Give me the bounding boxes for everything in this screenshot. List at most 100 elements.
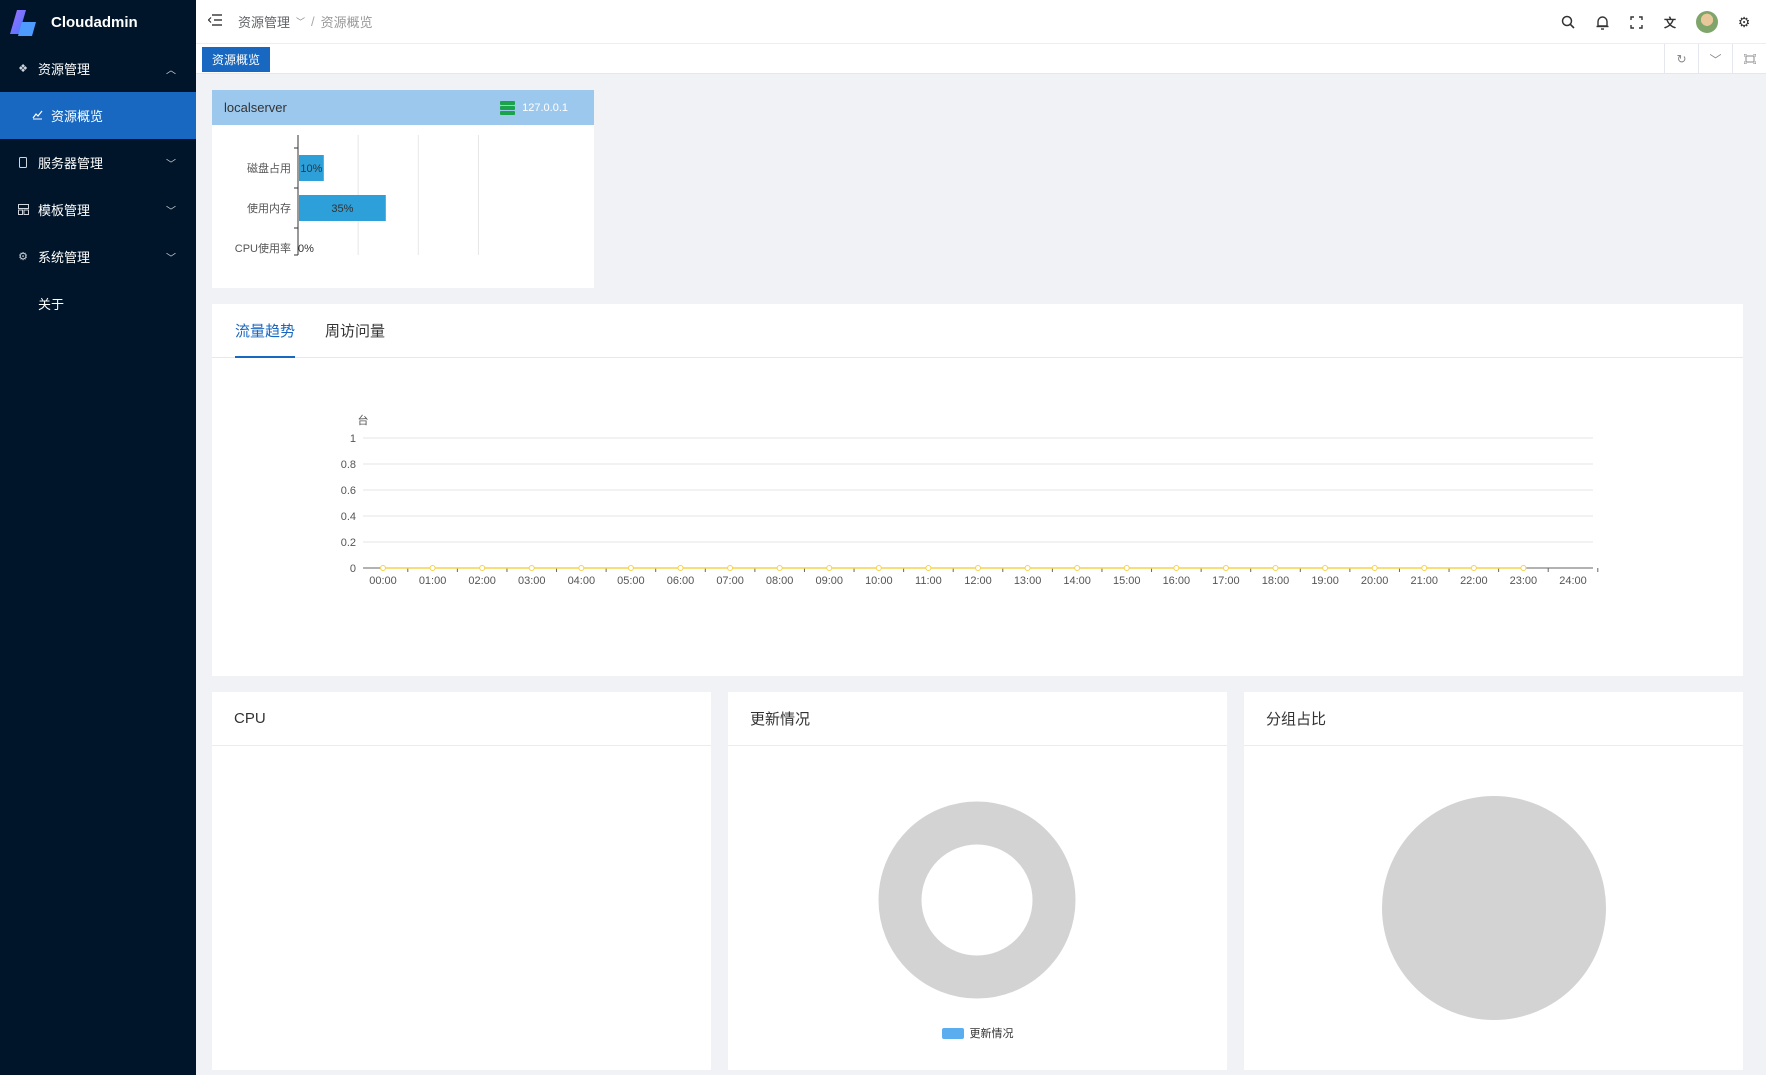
settings-icon[interactable]: ⚙ (1736, 14, 1752, 30)
data-point (727, 565, 734, 571)
resource-usage-chart: 磁盘占用 10% 使用内存 35% CPU使用率 0% (235, 135, 479, 256)
sidebar-item-label: 模板管理 (38, 203, 91, 218)
sidebar-item-label: 关于 (38, 297, 65, 312)
data-point (627, 565, 634, 571)
tab-traffic-trend[interactable]: 流量趋势 (235, 304, 296, 358)
avatar[interactable] (1696, 11, 1718, 33)
sidebar-item-resource-overview[interactable]: 资源概览 (0, 92, 196, 139)
sidebar-item-label: 资源管理 (38, 62, 91, 77)
sidebar-item-label: 服务器管理 (38, 156, 104, 171)
refresh-icon[interactable]: ↻ (1664, 44, 1698, 74)
chart-tabs: 流量趋势 周访问量 (212, 304, 1743, 358)
group-pie-chart (1382, 796, 1606, 1020)
x-tick-label: 17:00 (1212, 575, 1240, 587)
tab-tools: ↻ ﹀ (1664, 44, 1766, 74)
sidebar-item-resource-management[interactable]: ❖ 资源管理 ︿ (0, 45, 196, 92)
breadcrumb: 资源管理 ﹀ / 资源概览 (238, 12, 373, 31)
y-tick-label: 0.6 (341, 485, 356, 497)
data-point (1520, 565, 1527, 571)
x-tick-label: 15:00 (1113, 575, 1141, 587)
breadcrumb-current: 资源概览 (320, 15, 373, 30)
data-point (776, 565, 783, 571)
traffic-line-chart: 0 0.2 0.4 0.6 0.8 1台 00:00 01:00 02:00 03:00 04:00… (341, 413, 1599, 587)
data-point (826, 565, 833, 571)
y-tick-label: 1 (350, 433, 356, 445)
legend-swatch (941, 1027, 964, 1039)
chevron-down-icon[interactable]: ﹀ (1698, 44, 1732, 74)
x-tick-label: 05:00 (617, 575, 645, 587)
x-tick-label: 02:00 (468, 575, 496, 587)
x-tick-label: 14:00 (1063, 575, 1091, 587)
data-point (479, 565, 486, 571)
breadcrumb-item[interactable]: 资源管理 (238, 12, 290, 31)
top-header: 资源管理 ﹀ / 资源概览 文 ⚙ (196, 0, 1766, 44)
chevron-up-icon: ︿ (166, 65, 176, 76)
pie-slice (1382, 796, 1606, 1020)
sidebar-item-system-management[interactable]: ⚙ 系统管理 ﹀ (0, 233, 196, 280)
y-axis-label: 台 (358, 413, 369, 427)
x-tick-label: 16:00 (1163, 575, 1191, 587)
sidebar-item-about[interactable]: 关于 (0, 280, 196, 327)
scrollbar[interactable] (1756, 74, 1766, 1075)
fullscreen-icon[interactable] (1628, 14, 1644, 30)
sidebar-item-template-management[interactable]: 模板管理 ﹀ (0, 186, 196, 233)
x-tick-label: 22:00 (1460, 575, 1488, 587)
x-tick-label: 18:00 (1262, 575, 1290, 587)
x-tick-label: 21:00 (1410, 575, 1438, 587)
data-point (1421, 565, 1428, 571)
group-panel: 分组占比 (1244, 692, 1743, 1070)
data-point (975, 565, 981, 571)
app-title: Cloudadmin (51, 14, 138, 31)
update-donut-chart (878, 801, 1076, 999)
sidebar-item-label: 资源概览 (51, 109, 104, 124)
bar-category-label: 使用内存 (247, 201, 291, 215)
sidebar-item-server-management[interactable]: 服务器管理 ﹀ (0, 139, 196, 186)
y-tick-label: 0.4 (341, 511, 356, 523)
data-point (1074, 565, 1081, 571)
bar-category-label: CPU使用率 (235, 241, 291, 255)
chart-legend[interactable]: 更新情况 (728, 1025, 1227, 1041)
x-tick-label: 04:00 (568, 575, 596, 587)
bar-category-label: 磁盘占用 (247, 161, 291, 175)
data-point (1470, 565, 1477, 571)
x-tick-label: 24:00 (1559, 575, 1587, 587)
x-tick-label: 19:00 (1311, 575, 1339, 587)
server-ip-text: 127.0.0.1 (522, 101, 568, 114)
panel-title: 分组占比 (1244, 692, 1743, 746)
bar-value-label: 10% (300, 163, 322, 175)
tab-weekly-visits[interactable]: 周访问量 (325, 304, 385, 358)
x-tick-label: 12:00 (964, 575, 992, 587)
server-ip: 127.0.0.1 (500, 90, 568, 125)
logo-icon (10, 9, 36, 36)
x-tick-label: 11:00 (915, 575, 942, 587)
data-point (578, 565, 585, 571)
translate-icon[interactable]: 文 (1662, 14, 1678, 30)
data-point (528, 565, 535, 571)
chart-icon (32, 109, 43, 123)
chevron-down-icon: ﹀ (296, 17, 306, 27)
data-point (1322, 565, 1329, 571)
tab-resource-overview[interactable]: 资源概览 (202, 47, 271, 72)
data-point (380, 565, 386, 571)
x-tick-label: 06:00 (667, 575, 695, 587)
donut-ring (878, 801, 1076, 999)
x-tick-label: 08:00 (766, 575, 794, 587)
legend-label: 更新情况 (969, 1028, 1014, 1040)
chevron-down-icon: ﹀ (166, 253, 176, 264)
header-actions: 文 ⚙ (1560, 0, 1752, 44)
data-point (429, 565, 436, 571)
bell-icon[interactable] (1594, 14, 1610, 30)
y-tick-label: 0.8 (341, 459, 356, 471)
x-tick-label: 01:00 (419, 575, 447, 587)
logo[interactable]: Cloudadmin (0, 0, 196, 45)
data-point (1222, 565, 1229, 571)
data-point (677, 565, 684, 571)
chevron-down-icon: ﹀ (166, 206, 176, 217)
x-tick-label: 07:00 (716, 575, 744, 587)
maximize-icon[interactable] (1732, 44, 1766, 74)
x-tick-label: 10:00 (865, 575, 893, 587)
data-point (1173, 565, 1180, 571)
search-icon[interactable] (1560, 14, 1576, 30)
menu-toggle-icon[interactable] (207, 13, 224, 30)
data-point (925, 565, 932, 571)
